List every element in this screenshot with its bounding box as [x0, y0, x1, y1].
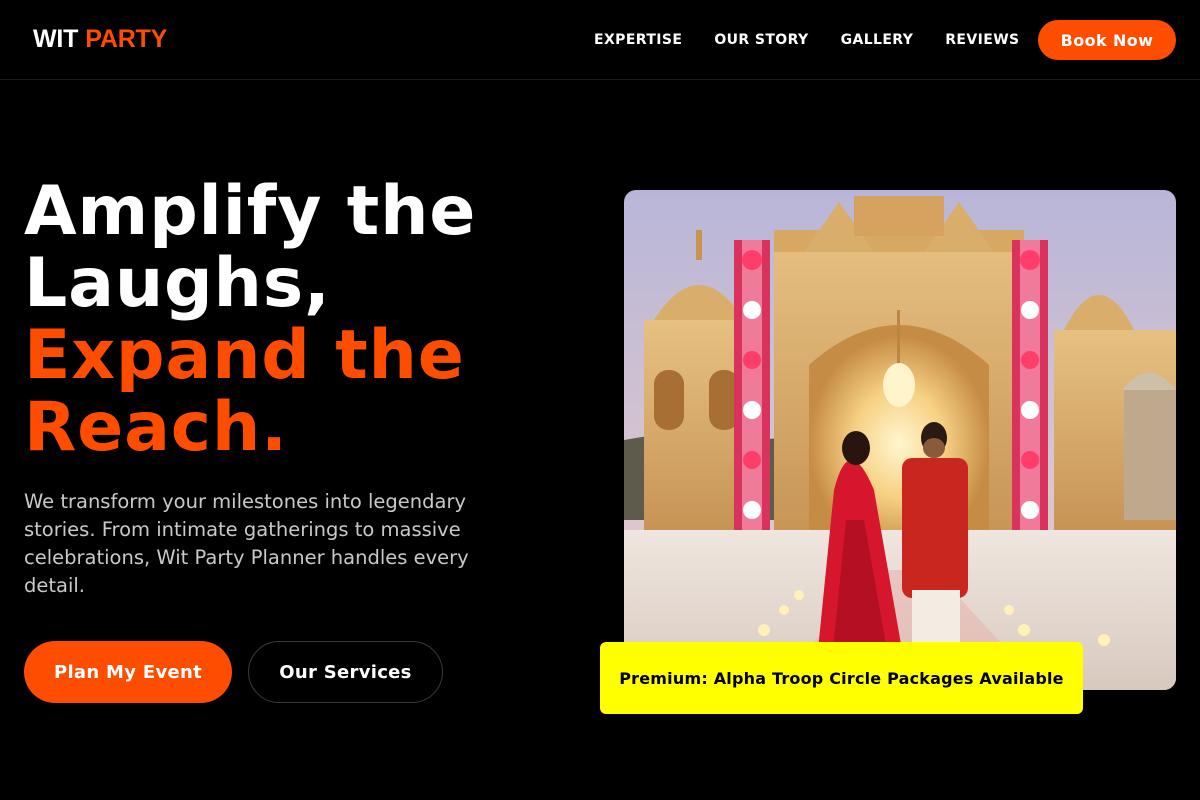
headline-line1: Amplify the — [24, 172, 477, 251]
hero-image — [624, 190, 1176, 690]
nav-links: EXPERTISE OUR STORY GALLERY REVIEWS — [594, 0, 1020, 80]
promo-badge[interactable]: Premium: Alpha Troop Circle Packages Ava… — [600, 642, 1083, 714]
hero-headline: Amplify the Laughs, Expand the Reach. — [24, 176, 584, 464]
headline-line4: Reach. — [24, 388, 288, 467]
nav-link-reviews[interactable]: REVIEWS — [945, 32, 1019, 48]
nav-link-our-story[interactable]: OUR STORY — [714, 32, 808, 48]
our-services-button[interactable]: Our Services — [248, 641, 443, 703]
hero-subtext: We transform your milestones into legend… — [24, 490, 469, 597]
book-now-button[interactable]: Book Now — [1038, 20, 1176, 60]
plan-my-event-button[interactable]: Plan My Event — [24, 641, 232, 703]
navbar: WIT PARTY EXPERTISE OUR STORY GALLERY RE… — [0, 0, 1200, 80]
nav-link-gallery[interactable]: GALLERY — [841, 32, 914, 48]
brand-logo-part2: PARTY — [85, 25, 168, 53]
brand-logo-part1: WIT — [33, 25, 79, 53]
nav-link-expertise[interactable]: EXPERTISE — [594, 32, 682, 48]
headline-line3: Expand the — [24, 316, 465, 395]
brand-logo[interactable]: WIT PARTY — [33, 24, 167, 54]
headline-line2: Laughs, — [24, 244, 331, 323]
